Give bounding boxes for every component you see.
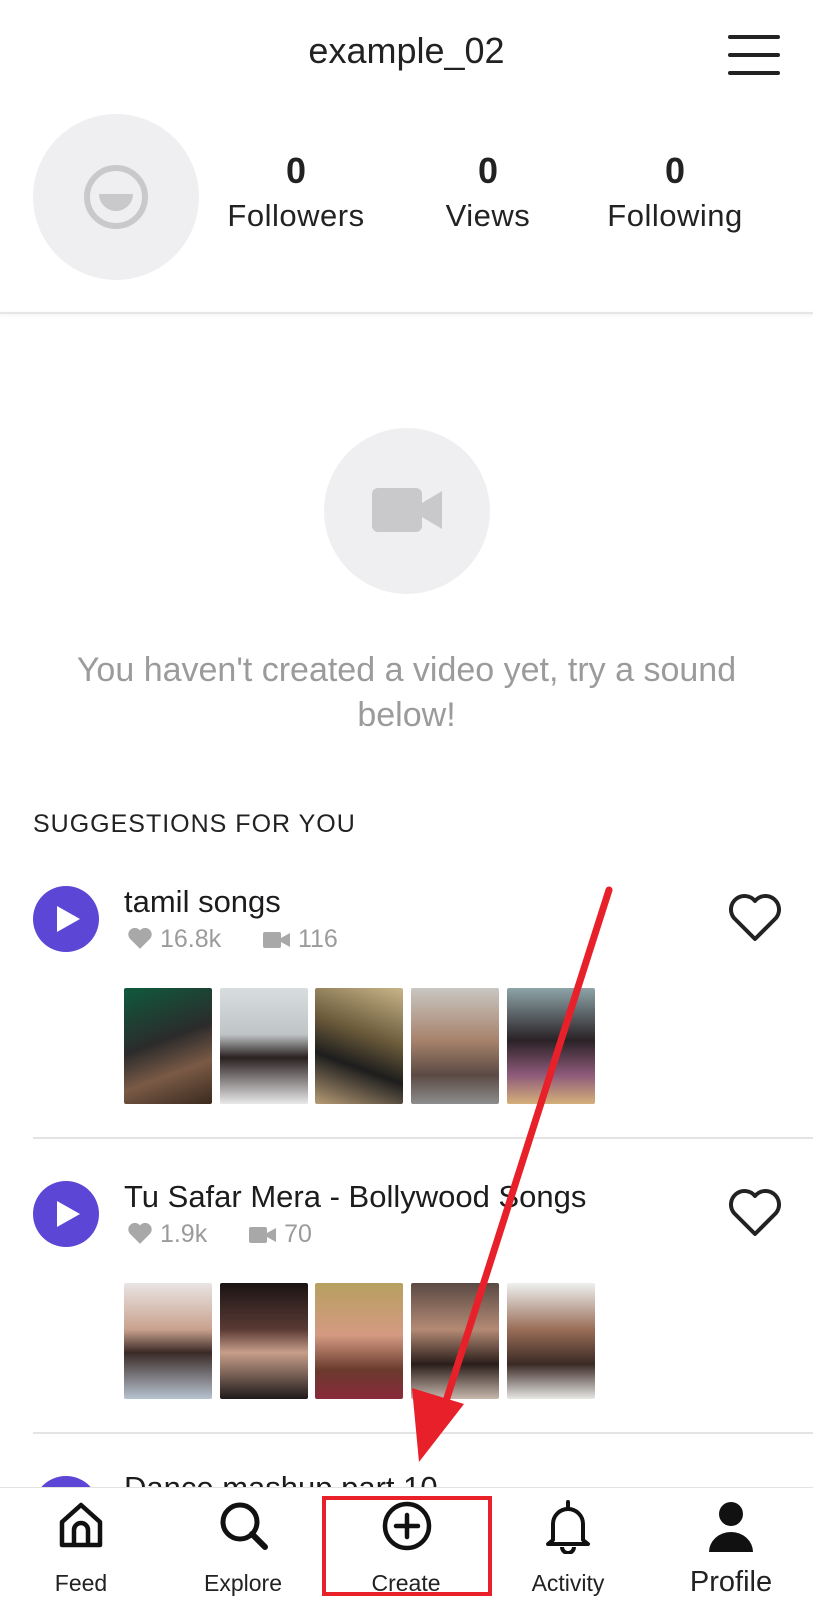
nav-label-feed: Feed: [54, 1570, 108, 1596]
nav-feed[interactable]: Feed: [0, 1488, 162, 1601]
annotation-arrow: [412, 886, 613, 1462]
person-icon: [709, 1502, 753, 1552]
bell-icon: [546, 1500, 590, 1554]
nav-label-explore: Explore: [204, 1570, 282, 1596]
nav-profile[interactable]: Profile: [650, 1488, 812, 1601]
nav-label-profile: Profile: [689, 1566, 773, 1598]
nav-activity[interactable]: Activity: [487, 1488, 649, 1601]
search-icon: [220, 1502, 268, 1550]
create-highlight-annotation: [322, 1496, 492, 1596]
home-icon: [59, 1502, 103, 1548]
nav-label-activity: Activity: [531, 1570, 605, 1596]
nav-explore[interactable]: Explore: [162, 1488, 324, 1601]
